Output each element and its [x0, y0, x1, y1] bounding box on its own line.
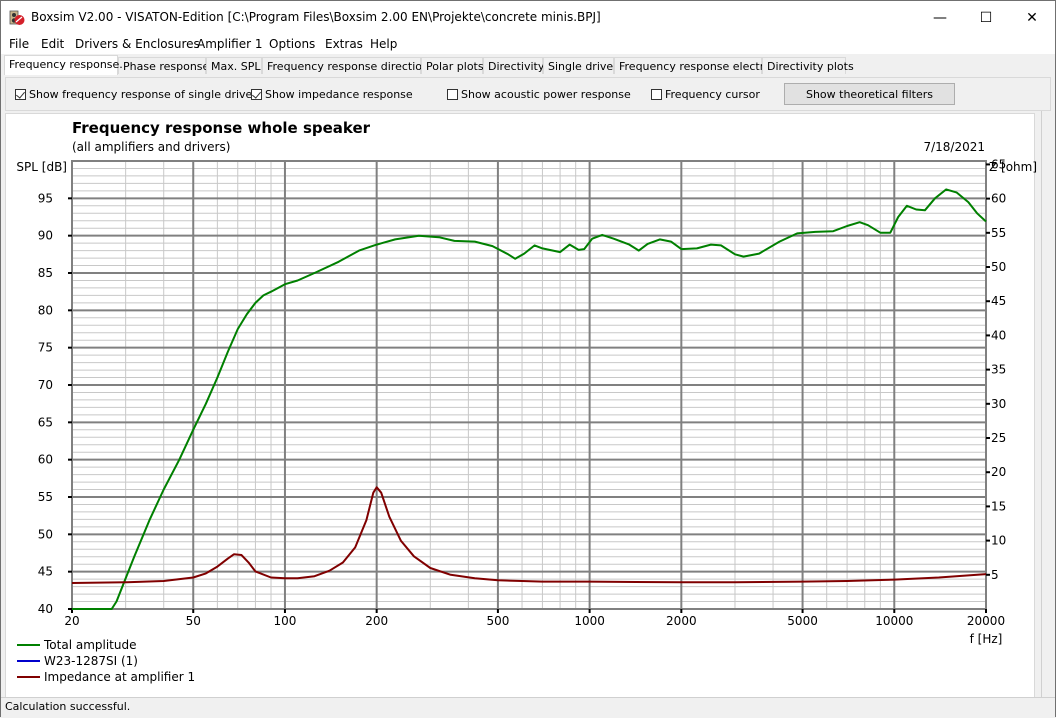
series-lines [71, 188, 987, 610]
x-tick-label: 2000 [666, 614, 697, 628]
legend-label: Total amplitude [43, 638, 136, 652]
legend-label: Impedance at amplifier 1 [44, 670, 195, 684]
y-tick-label: 85 [38, 266, 53, 280]
series-line-0 [72, 188, 987, 610]
y2-tick-label: 5 [991, 568, 999, 582]
x-tick-label: 20000 [967, 614, 1005, 628]
x-axis-label: f [Hz] [970, 632, 1003, 646]
legend: Total amplitude W23-1287SI (1) Impedance … [17, 638, 195, 684]
app-window: Boxsim V2.00 - VISATON-Edition [C:\Progr… [0, 0, 1056, 717]
y-tick-label: 40 [38, 602, 53, 616]
y-tick-label: 75 [38, 341, 53, 355]
x-tick-label: 50 [186, 614, 201, 628]
y2-tick-label: 45 [991, 294, 1006, 308]
y2-tick-label: 35 [991, 363, 1006, 377]
y-tick-label: 50 [38, 527, 53, 541]
chart-subtitle: (all amplifiers and drivers) [72, 140, 230, 154]
y2-axis-label: Z [ohm] [989, 160, 1037, 174]
y-tick-label: 60 [38, 453, 53, 467]
tab-frequency-response[interactable]: Frequency response. [4, 55, 123, 75]
y-tick-label: 55 [38, 490, 53, 504]
y2-tick-label: 40 [991, 328, 1006, 342]
y-axis-label: SPL [dB] [16, 160, 67, 174]
y-tick-label: 95 [38, 191, 53, 205]
x-tick-label: 1000 [574, 614, 605, 628]
legend-label: W23-1287SI (1) [44, 654, 138, 668]
chart-title: Frequency response whole speaker [72, 119, 371, 137]
y2-tick-label: 25 [991, 431, 1006, 445]
y2-tick-label: 15 [991, 499, 1006, 513]
status-bar: Calculation successful. [1, 697, 1055, 717]
status-text: Calculation successful. [5, 700, 131, 713]
y2-tick-label: 55 [991, 226, 1006, 240]
x-tick-label: 100 [273, 614, 296, 628]
y-tick-label: 80 [38, 303, 53, 317]
frequency-response-chart: 40 45 50 55 60 65 70 75 80 85 90 95 5 10 15 20 25 30 35 40 4… [16, 119, 1037, 684]
y-tick-label: 65 [38, 415, 53, 429]
y-tick-label: 90 [38, 229, 53, 243]
y2-tick-label: 30 [991, 397, 1006, 411]
y2-tick-label: 60 [991, 192, 1006, 206]
y2-tick-label: 10 [991, 534, 1006, 548]
y-tick-label: 70 [38, 378, 53, 392]
x-tick-label: 500 [486, 614, 509, 628]
y2-tick-label: 50 [991, 260, 1006, 274]
x-tick-label: 5000 [787, 614, 818, 628]
x-tick-label: 200 [365, 614, 388, 628]
y-tick-label: 45 [38, 565, 53, 579]
y2-tick-label: 20 [991, 465, 1006, 479]
chart-date: 7/18/2021 [923, 140, 985, 154]
x-tick-label: 10000 [875, 614, 913, 628]
x-tick-label: 20 [64, 614, 79, 628]
